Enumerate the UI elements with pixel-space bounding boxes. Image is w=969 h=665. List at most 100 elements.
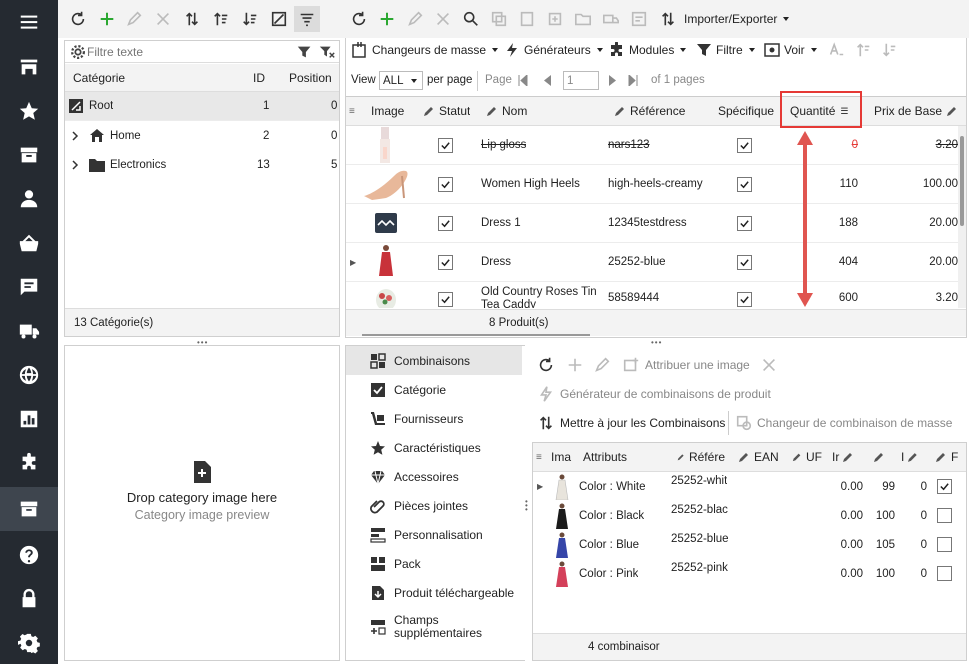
column-header[interactable]: Position (289, 64, 332, 91)
table-row[interactable]: Lip gloss nars123 0 3.20 (346, 126, 958, 165)
column-chooser-icon[interactable]: ≡ (536, 443, 542, 471)
column-header[interactable]: I (901, 443, 923, 471)
table-row[interactable]: Women High Heels high-heels-creamy 110 1… (346, 165, 958, 204)
clear-filter-icon[interactable] (317, 42, 337, 62)
combination-row[interactable]: Color : Pink 25252-pink 0.00 100 0 (533, 559, 966, 588)
specific-checkbox[interactable] (737, 243, 752, 281)
chevron-right-icon[interactable] (71, 150, 79, 179)
view-select[interactable]: ALL (379, 71, 423, 90)
archive-icon[interactable] (0, 487, 58, 531)
table-row[interactable]: Dress 1 12345testdress 188 20.00 (346, 204, 958, 243)
folder-move-icon[interactable] (573, 9, 593, 29)
column-header[interactable]: Prix de Base (874, 97, 962, 125)
column-header[interactable]: Statut (423, 97, 470, 125)
tree-row[interactable]: Root 1 0 (65, 92, 339, 121)
refresh-icon[interactable] (68, 9, 88, 29)
filter-menu[interactable]: Filtre (696, 39, 755, 61)
update-icon[interactable] (536, 413, 556, 433)
column-header[interactable]: Attributs (583, 443, 627, 471)
help-icon[interactable] (0, 533, 58, 577)
tab-accessories[interactable]: Accessoires (346, 462, 524, 491)
table-row[interactable]: ▶ Dress 25252-blue 404 20.00 (346, 243, 958, 282)
status-checkbox[interactable] (438, 204, 453, 242)
search-icon[interactable] (461, 9, 481, 29)
image-add-icon[interactable] (621, 355, 641, 375)
message-icon[interactable] (0, 265, 58, 309)
copy-icon[interactable] (489, 9, 509, 29)
mass-change-icon[interactable] (734, 413, 754, 433)
status-checkbox[interactable] (438, 282, 453, 308)
form-icon[interactable] (629, 9, 649, 29)
status-checkbox[interactable] (438, 126, 453, 164)
assign-image-button[interactable]: Attribuer une image (645, 358, 750, 372)
column-header[interactable]: Ir (832, 443, 860, 471)
column-header[interactable]: Image (371, 97, 404, 125)
splitter-handle[interactable]: ••• (525, 498, 529, 514)
tree-row[interactable]: Home 2 0 (65, 121, 339, 150)
user-icon[interactable] (0, 177, 58, 221)
combination-row[interactable]: Color : Blue 25252-blue 0.00 105 0 (533, 530, 966, 559)
refresh-icon[interactable] (349, 9, 369, 29)
default-checkbox[interactable] (937, 559, 952, 588)
prev-page-icon[interactable] (543, 75, 551, 89)
generators-menu[interactable]: Générateurs (504, 39, 603, 61)
column-chooser-icon[interactable]: ≡ (349, 97, 355, 125)
add-icon[interactable] (565, 355, 585, 375)
specific-checkbox[interactable] (737, 126, 752, 164)
delete-icon[interactable] (433, 9, 453, 29)
move-up-icon[interactable] (853, 40, 873, 60)
combination-generator-button[interactable]: Générateur de combinaisons de produit (560, 387, 771, 401)
update-combinations-button[interactable]: Mettre à jour les Combinaisons (560, 416, 725, 430)
add-image-icon[interactable] (192, 461, 212, 483)
tab-downloadable[interactable]: Produit téléchargeable (346, 578, 524, 607)
basket-icon[interactable] (0, 221, 58, 265)
lightning-icon[interactable] (536, 384, 556, 404)
delete-icon[interactable] (759, 355, 779, 375)
ship-icon[interactable] (601, 9, 621, 29)
category-filter-input[interactable] (87, 43, 287, 60)
move-icon[interactable] (182, 9, 202, 29)
combination-row[interactable]: ▶ Color : White 25252-whit 0.00 99 0 (533, 472, 966, 501)
tab-attachments[interactable]: Pièces jointes (346, 491, 524, 520)
column-header[interactable]: UF (792, 443, 822, 471)
combination-row[interactable]: Color : Black 25252-blac 0.00 100 0 (533, 501, 966, 530)
tab-combinations[interactable]: Combinaisons (346, 346, 522, 375)
last-page-icon[interactable] (628, 73, 638, 89)
import-export-menu[interactable]: Importer/Exporter (684, 8, 790, 30)
edit-icon[interactable] (592, 355, 612, 375)
tab-features[interactable]: Caractéristiques (346, 433, 524, 462)
star-icon[interactable] (0, 89, 58, 133)
edit-icon[interactable] (124, 9, 144, 29)
duplicate-icon[interactable] (545, 9, 565, 29)
column-header[interactable]: F (935, 443, 963, 471)
font-icon[interactable] (826, 40, 846, 60)
status-checkbox[interactable] (438, 243, 453, 281)
hamburger-icon[interactable] (0, 0, 58, 44)
default-checkbox[interactable] (937, 530, 952, 559)
tab-extra-fields[interactable]: Champs supplémentaires (346, 609, 524, 645)
chevron-right-icon[interactable] (71, 121, 79, 150)
store-icon[interactable] (0, 45, 58, 89)
gear-icon[interactable] (68, 42, 88, 62)
column-header[interactable]: Ima (551, 443, 575, 471)
sort-up-icon[interactable] (211, 9, 231, 29)
move-down-icon[interactable] (879, 40, 899, 60)
column-header[interactable]: Spécifique (718, 97, 774, 125)
column-header[interactable] (873, 443, 891, 471)
tab-category[interactable]: Catégorie (346, 375, 524, 404)
specific-checkbox[interactable] (737, 204, 752, 242)
globe-icon[interactable] (0, 353, 58, 397)
horizontal-scrollbar[interactable] (362, 334, 590, 336)
mass-changers-menu[interactable]: Changeurs de masse (352, 39, 499, 61)
image-edit-icon[interactable] (269, 9, 289, 29)
specific-checkbox[interactable] (737, 282, 752, 308)
tree-row[interactable]: Electronics 13 5 (65, 150, 339, 179)
column-header[interactable]: ID (253, 64, 265, 91)
truck-icon[interactable] (0, 309, 58, 353)
add-icon[interactable] (97, 9, 117, 29)
tab-customization[interactable]: Personnalisation (346, 520, 524, 549)
column-header[interactable]: Référe (677, 443, 725, 471)
vertical-scrollbar[interactable] (958, 126, 966, 308)
default-checkbox[interactable] (937, 501, 952, 530)
paste-icon[interactable] (517, 9, 537, 29)
